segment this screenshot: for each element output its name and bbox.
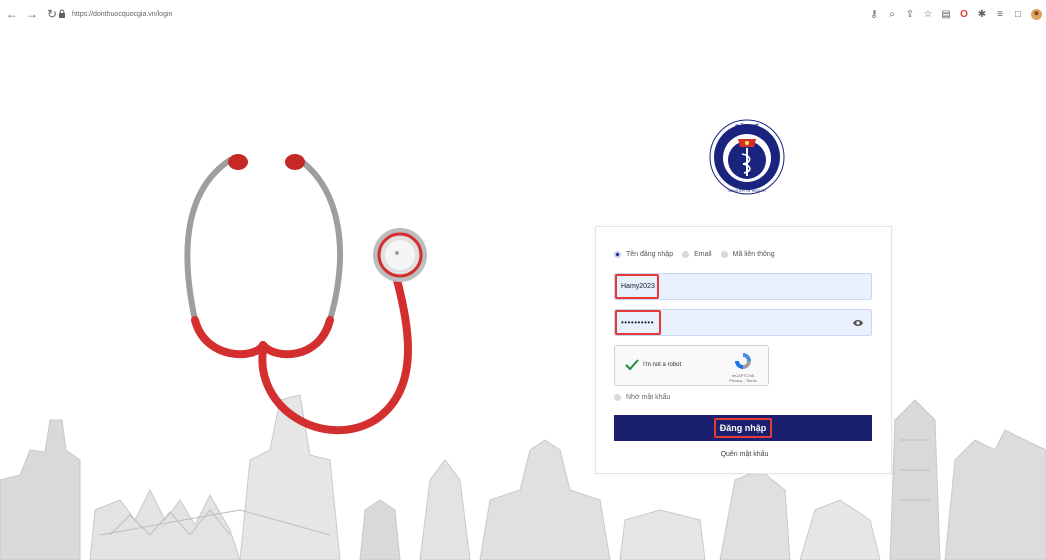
stethoscope-illustration [184, 154, 427, 435]
radio-dot[interactable] [682, 251, 690, 258]
radio-label-username: Tên đăng nhập [626, 251, 674, 258]
browser-toolbar: ← → ↻ https://donthuocquocgia.vn/login ⚷… [0, 0, 1046, 28]
forward-icon[interactable]: → [24, 6, 40, 22]
radio-link-code[interactable]: Mã liên thông [720, 251, 775, 258]
recaptcha-widget[interactable]: I'm not a robot reCAPTCHA Privacy - Term… [614, 345, 769, 386]
recaptcha-logo-icon [735, 353, 751, 369]
captcha-label: I'm not a robot [643, 362, 682, 368]
address-bar[interactable]: https://donthuocquocgia.vn/login [58, 6, 858, 22]
zoom-icon[interactable]: ⌕ [886, 8, 898, 20]
logo-bottom-text: MINISTRY OF HEALTH [729, 189, 766, 193]
extension-bookmark-icon[interactable]: ▤ [940, 8, 952, 20]
radio-label-link-code: Mã liên thông [732, 251, 775, 258]
url-text: https://donthuocquocgia.vn/login [72, 10, 173, 18]
password-highlight-box [615, 310, 661, 335]
username-highlight-box [615, 274, 659, 299]
remember-toggle[interactable] [614, 394, 621, 401]
check-icon[interactable] [625, 358, 639, 372]
captcha-brand-text: reCAPTCHA Privacy - Terms [724, 373, 762, 383]
lock-icon [59, 9, 65, 18]
remember-label: Nhớ mật khẩu [626, 394, 671, 401]
forgot-password-link[interactable]: Quên mật khẩu [596, 451, 893, 458]
login-form-card: Tên đăng nhập Email Mã liên thông Hamy20… [595, 226, 892, 474]
login-submit-button[interactable]: Đăng nhập [614, 415, 872, 441]
login-submit-label: Đăng nhập [713, 418, 773, 438]
puzzle-icon[interactable]: ✱ [976, 8, 988, 20]
star-icon[interactable]: ☆ [922, 8, 934, 20]
radio-label-email: Email [694, 251, 712, 258]
back-icon[interactable]: ← [4, 6, 20, 22]
remember-password-checkbox[interactable]: Nhớ mật khẩu [614, 394, 670, 401]
logo-top-text: BỘ Y TẾ [735, 123, 759, 131]
key-icon[interactable]: ⚷ [868, 8, 880, 20]
profile-avatar[interactable] [1030, 8, 1042, 20]
ministry-of-health-logo: BỘ Y TẾ MINISTRY OF HEALTH [709, 119, 785, 195]
toolbar-icons: ⚷ ⌕ ⇪ ☆ ▤ O ✱ ≡ □ [868, 6, 1042, 22]
share-icon[interactable]: ⇪ [904, 8, 916, 20]
opera-icon[interactable]: O [958, 8, 970, 20]
login-type-radio-group: Tên đăng nhập Email Mã liên thông [614, 251, 784, 258]
captcha-links[interactable]: Privacy - Terms [724, 378, 762, 383]
radio-dot-selected[interactable] [614, 251, 621, 258]
radio-email[interactable]: Email [682, 251, 712, 258]
reading-list-icon[interactable]: ≡ [994, 8, 1006, 20]
radio-username[interactable]: Tên đăng nhập [614, 251, 673, 258]
page: { "browser": { "url": "https://donthuocq… [0, 0, 1046, 560]
radio-dot[interactable] [720, 251, 728, 258]
eye-icon[interactable] [853, 319, 863, 327]
window-icon[interactable]: □ [1012, 8, 1024, 20]
